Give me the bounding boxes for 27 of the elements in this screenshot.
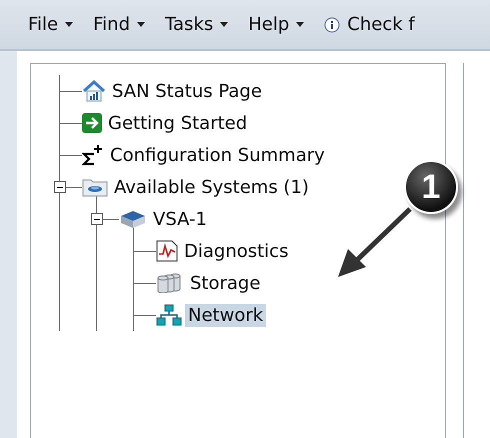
cube-icon xyxy=(119,209,147,229)
menu-item[interactable]: Find xyxy=(93,14,146,35)
folder-icon xyxy=(82,177,108,197)
tree-item[interactable]: Diagnostics xyxy=(181,240,292,262)
callout-number: 1 xyxy=(404,160,458,214)
menu-item[interactable]: Tasks xyxy=(165,14,228,35)
chart-document-icon xyxy=(156,240,178,262)
network-icon xyxy=(156,304,182,326)
caret-icon xyxy=(65,22,74,27)
tree-item[interactable]: Getting Started xyxy=(105,112,250,134)
caret-icon xyxy=(137,22,146,27)
tree-item[interactable]: SAN Status Page xyxy=(109,80,265,102)
collapse-toggle[interactable] xyxy=(91,213,103,225)
check-link[interactable]: Check f xyxy=(324,14,415,35)
tree-item[interactable]: Configuration Summary xyxy=(107,144,328,166)
house-icon xyxy=(82,80,106,102)
menu-item[interactable]: Help xyxy=(248,14,304,35)
tree-item[interactable]: Available Systems (1) xyxy=(111,176,312,198)
tree-item[interactable]: Storage xyxy=(187,272,264,294)
menu-item[interactable]: File xyxy=(28,14,74,35)
sigma-plus-icon xyxy=(82,144,104,166)
collapse-toggle[interactable] xyxy=(54,181,66,193)
info-icon xyxy=(324,16,340,32)
caret-icon xyxy=(296,22,304,27)
tree-item[interactable]: Network xyxy=(185,304,266,326)
caret-icon xyxy=(220,22,228,27)
tree-item[interactable]: VSA-1 xyxy=(150,208,210,230)
